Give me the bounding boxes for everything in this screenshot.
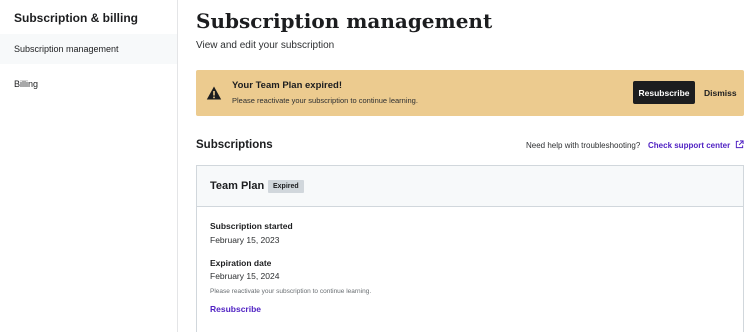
reactivate-note: Please reactivate your subscription to c… [210, 288, 372, 295]
resubscribe-link[interactable]: Resubscribe [210, 304, 261, 314]
external-link-icon[interactable] [735, 140, 744, 149]
expiration-date-label: Expiration date [210, 258, 272, 268]
sidebar-heading: Subscription & billing [14, 11, 138, 25]
subscription-card: Team Plan Expired Subscription started F… [196, 165, 744, 332]
expiration-date-value: February 15, 2024 [210, 271, 280, 281]
warning-triangle-icon [206, 86, 222, 100]
alert-title: Your Team Plan expired! [232, 80, 342, 91]
resubscribe-button[interactable]: Resubscribe [633, 81, 695, 104]
subscription-started-value: February 15, 2023 [210, 235, 280, 245]
status-badge: Expired [268, 180, 304, 193]
sidebar-item-subscription-management[interactable]: Subscription management [0, 34, 177, 64]
support-center-link[interactable]: Check support center [648, 141, 730, 150]
sidebar-item-billing[interactable]: Billing [0, 69, 177, 99]
page-subtitle: View and edit your subscription [196, 40, 335, 51]
expired-plan-alert: Your Team Plan expired! Please reactivat… [196, 70, 744, 116]
subscriptions-heading: Subscriptions [196, 139, 273, 151]
plan-name: Team Plan [210, 180, 265, 192]
subscription-started-label: Subscription started [210, 221, 293, 231]
page-title: Subscription management [196, 9, 493, 33]
subscription-card-header: Team Plan Expired [197, 166, 743, 207]
sidebar: Subscription & billing Subscription mana… [0, 0, 178, 332]
dismiss-button[interactable]: Dismiss [704, 81, 737, 104]
help-text: Need help with troubleshooting? [526, 141, 641, 150]
alert-message: Please reactivate your subscription to c… [232, 96, 418, 105]
